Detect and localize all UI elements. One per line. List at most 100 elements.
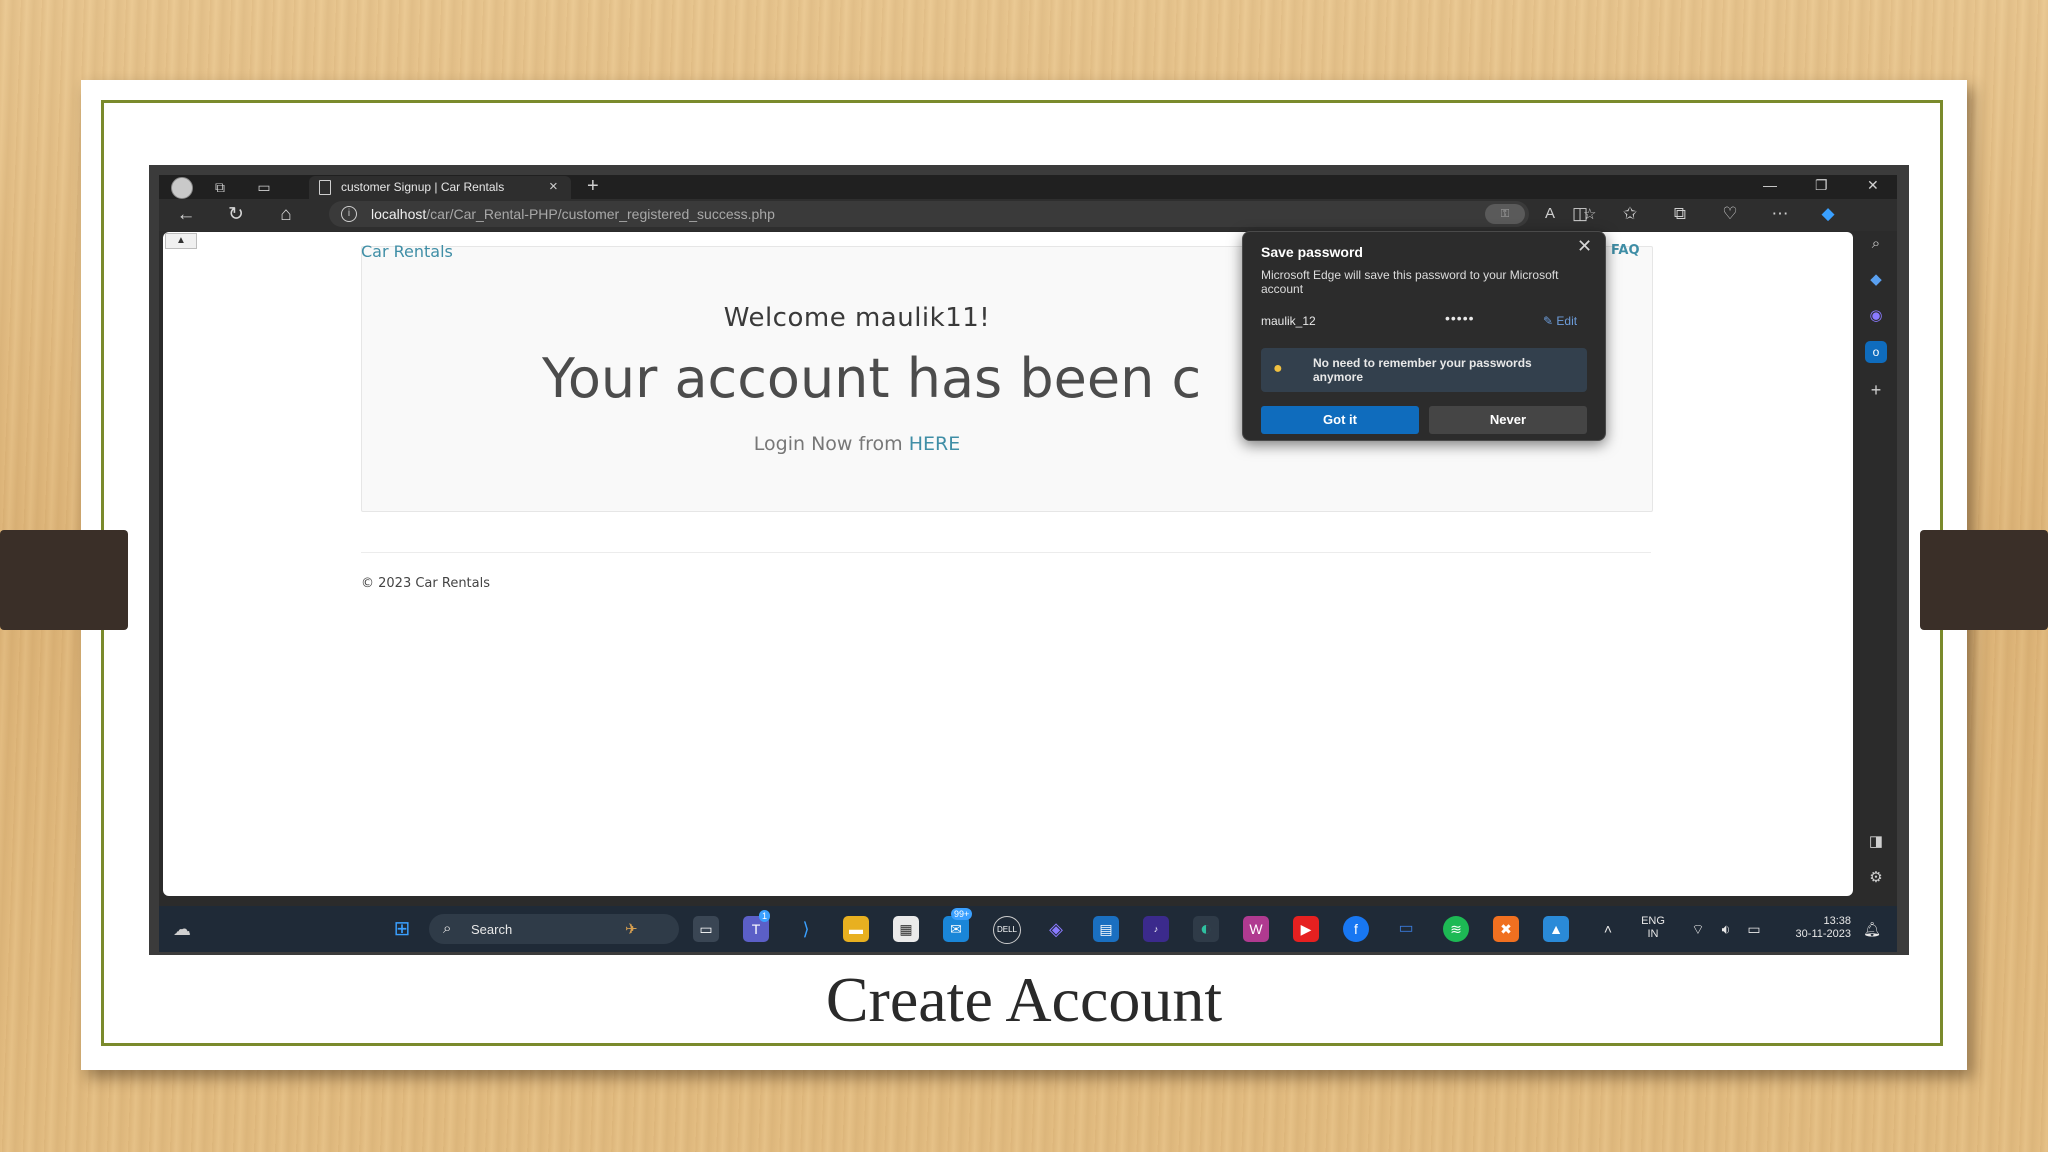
region-code: IN: [1647, 928, 1659, 940]
slide-caption: Create Account: [825, 964, 1223, 1035]
workspaces-icon[interactable]: ⧉: [211, 178, 229, 196]
store-icon[interactable]: ▦: [893, 916, 919, 942]
minimize-icon[interactable]: —: [1763, 177, 1777, 193]
refresh-icon[interactable]: ↻: [225, 204, 247, 226]
saved-password-mask: •••••: [1445, 310, 1475, 326]
taskbar-search[interactable]: ⌕ Search ✈: [429, 914, 679, 944]
footer-divider: [361, 552, 1651, 553]
weather-icon[interactable]: ☁: [169, 916, 195, 942]
login-line: Login Now from HERE: [362, 433, 1352, 455]
task-view-icon[interactable]: ▭: [693, 916, 719, 942]
popup-title: Save password: [1261, 244, 1363, 260]
amazon-music-icon[interactable]: ♪: [1143, 916, 1169, 942]
outlook-icon[interactable]: o: [1865, 341, 1887, 363]
password-tip: ● No need to remember your passwords any…: [1261, 348, 1587, 392]
edge-sidebar: ⌕ ◆ ◉ o + ◨ ⚙: [1857, 231, 1897, 906]
screenshot-frame: ⧉ ▭ customer Signup | Car Rentals × + — …: [149, 165, 1909, 955]
browser-window: ⧉ ▭ customer Signup | Car Rentals × + — …: [159, 175, 1897, 952]
search-label: Search: [471, 922, 513, 937]
add-sidebar-icon[interactable]: +: [1865, 379, 1887, 401]
more-options-icon[interactable]: ⋯: [1769, 204, 1791, 224]
mail-icon[interactable]: ✉ 99+: [943, 908, 973, 942]
split-screen-icon[interactable]: ◫: [1569, 204, 1591, 224]
lightbulb-icon: ●: [1273, 360, 1283, 377]
start-icon[interactable]: ⊞: [389, 916, 415, 942]
file-explorer-icon[interactable]: ▬: [843, 916, 869, 942]
restore-icon[interactable]: ❐: [1815, 177, 1828, 194]
pencil-icon: ✎: [1543, 314, 1557, 328]
tab-title: customer Signup | Car Rentals: [341, 180, 505, 194]
home-icon[interactable]: ⌂: [275, 204, 297, 226]
clock-time: 13:38: [1823, 915, 1851, 927]
remote-desktop-icon[interactable]: ▭: [1393, 916, 1419, 942]
facebook-icon[interactable]: f: [1343, 916, 1369, 942]
search-highlight-icon: ✈: [625, 921, 638, 938]
chevron-up-icon[interactable]: ˄: [1595, 916, 1621, 942]
login-here-link[interactable]: HERE: [909, 433, 961, 455]
close-window-icon[interactable]: ✕: [1867, 177, 1879, 194]
word-app-icon[interactable]: W: [1243, 916, 1269, 942]
notification-bell-icon[interactable]: 🔔︎: [1859, 916, 1885, 942]
saved-username: maulik_12: [1261, 314, 1316, 328]
battery-icon[interactable]: ▭: [1741, 916, 1767, 942]
dell-icon[interactable]: DELL: [993, 916, 1021, 944]
never-button[interactable]: Never: [1429, 406, 1587, 434]
tab-actions-icon[interactable]: ▭: [255, 178, 273, 196]
nav-faq-link[interactable]: FAQ: [1611, 243, 1640, 258]
url-path: /car/Car_Rental-PHP/customer_registered_…: [426, 206, 775, 222]
login-prefix: Login Now from: [753, 433, 909, 455]
language-code: ENG: [1641, 915, 1665, 927]
hide-sidebar-icon[interactable]: ◨: [1865, 831, 1887, 853]
edit-label: Edit: [1556, 314, 1578, 328]
url-text[interactable]: localhost/car/Car_Rental-PHP/customer_re…: [371, 206, 775, 222]
copilot-taskbar-icon[interactable]: ◈: [1043, 916, 1069, 942]
footer-copyright: © 2023 Car Rentals: [361, 576, 491, 591]
edit-credentials-button[interactable]: ✎ Edit: [1543, 314, 1577, 328]
teams-badge: 1: [759, 910, 771, 922]
spotify-icon[interactable]: ≋: [1443, 916, 1469, 942]
search-icon: ⌕: [443, 920, 452, 937]
got-it-button[interactable]: Got it: [1261, 406, 1419, 434]
collections-icon[interactable]: ⧉: [1669, 204, 1691, 224]
toolbar: ← ↻ ⌂ i localhost/car/Car_Rental-PHP/cus…: [159, 199, 1897, 231]
tab-close-icon[interactable]: ×: [549, 178, 558, 195]
teams-icon[interactable]: T1: [743, 910, 771, 942]
monitor-app-icon[interactable]: ▤: [1093, 916, 1119, 942]
tools-icon[interactable]: ◉: [1865, 305, 1887, 327]
edge-taskbar-icon[interactable]: ◐: [1193, 916, 1219, 942]
slide-left-tab: [0, 530, 128, 630]
key-icon[interactable]: ⚿: [1485, 204, 1525, 224]
new-tab-icon[interactable]: +: [587, 175, 599, 197]
profile-avatar[interactable]: [171, 177, 193, 199]
network-icon[interactable]: ⌔: [1685, 916, 1711, 942]
copilot-icon[interactable]: ◆: [1817, 204, 1839, 224]
tab-customer-signup[interactable]: customer Signup | Car Rentals ×: [309, 176, 571, 199]
back-arrow-icon[interactable]: ←: [175, 204, 197, 226]
clock[interactable]: 13:38 30-11-2023: [1771, 915, 1851, 941]
success-headline: Your account has been c: [542, 347, 1202, 410]
address-bar[interactable]: i localhost/car/Car_Rental-PHP/customer_…: [329, 201, 1596, 227]
welcome-message: Welcome maulik11!: [723, 303, 991, 333]
youtube-icon[interactable]: ▶: [1293, 916, 1319, 942]
favorites-icon[interactable]: ✩: [1619, 204, 1641, 224]
mail-badge: 99+: [951, 908, 973, 920]
brand-link[interactable]: Car Rentals: [361, 242, 453, 261]
browser-essentials-icon[interactable]: ♡: [1719, 204, 1741, 224]
sidebar-search-icon[interactable]: ⌕: [1865, 233, 1887, 255]
sidebar-settings-icon[interactable]: ⚙: [1865, 867, 1887, 889]
xampp-icon[interactable]: ✖: [1493, 916, 1519, 942]
save-password-popup: Save password ✕ Microsoft Edge will save…: [1242, 231, 1606, 441]
slide-right-tab: [1920, 530, 2048, 630]
windows-taskbar: ☁ ⊞ ⌕ Search ✈ ▭ T1 ⟩ ▬ ▦ ✉ 99+ DELL ◈ ▤ …: [159, 906, 1897, 952]
language-indicator[interactable]: ENG IN: [1635, 915, 1671, 941]
shopping-icon[interactable]: ◆: [1865, 269, 1887, 291]
popup-close-icon[interactable]: ✕: [1577, 236, 1592, 257]
read-aloud-icon[interactable]: A: [1545, 205, 1555, 222]
popup-description: Microsoft Edge will save this password t…: [1261, 268, 1559, 296]
scroll-up-button[interactable]: ▲: [165, 233, 197, 249]
vscode-icon[interactable]: ⟩: [793, 916, 819, 942]
photos-icon[interactable]: ▲: [1543, 916, 1569, 942]
info-icon[interactable]: i: [341, 206, 357, 222]
volume-icon[interactable]: 🔉︎: [1713, 916, 1739, 942]
page-icon: [319, 180, 331, 195]
